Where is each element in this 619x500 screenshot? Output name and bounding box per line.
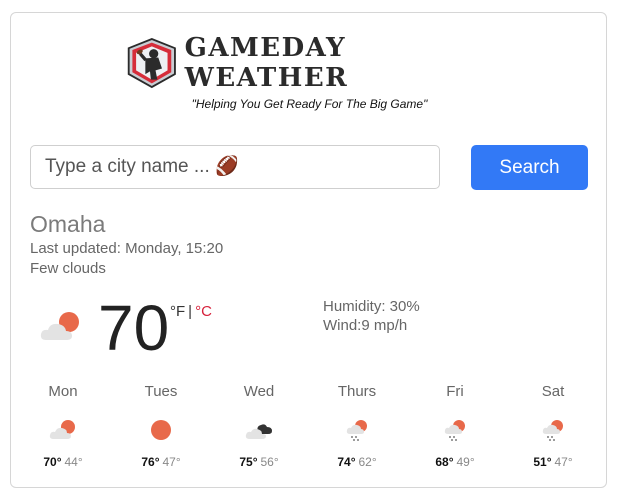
forecast: Mon 70° 44° Tues 76° 47° Wed 75° 56° Thurs	[14, 383, 602, 473]
forecast-temps: 74° 62°	[308, 455, 406, 469]
forecast-day-name: Thurs	[337, 383, 377, 400]
humidity: Humidity: 30%	[323, 298, 420, 315]
forecast-low: 44°	[64, 455, 83, 469]
forecast-temps: 75° 56°	[210, 455, 308, 469]
forecast-high: 75°	[239, 455, 258, 469]
few-clouds-icon	[49, 420, 75, 439]
celsius-link[interactable]: °C	[195, 303, 212, 320]
few-clouds-icon	[40, 312, 79, 340]
forecast-high: 51°	[533, 455, 552, 469]
forecast-high: 74°	[337, 455, 356, 469]
unit-toggle: °F | °C	[170, 303, 212, 320]
forecast-day-name: Wed	[243, 383, 275, 400]
forecast-temps: 51° 47°	[504, 455, 602, 469]
app-logo: GAMEDAY WEATHER	[125, 33, 495, 93]
forecast-temps: 68° 49°	[406, 455, 504, 469]
tagline: "Helping You Get Ready For The Big Game"	[191, 97, 428, 111]
rain-sun-icon	[542, 420, 563, 441]
search-button[interactable]: Search	[471, 145, 588, 190]
last-updated: Last updated: Monday, 15:20	[30, 240, 224, 257]
forecast-temps: 70° 44°	[14, 455, 112, 469]
city-search-input[interactable]	[30, 145, 440, 189]
forecast-low: 62°	[358, 455, 377, 469]
forecast-low: 47°	[162, 455, 181, 469]
wind: Wind:9 mp/h	[323, 317, 408, 334]
rain-sun-icon	[346, 420, 367, 441]
broken-clouds-icon	[245, 424, 272, 439]
unit-separator: |	[188, 303, 193, 320]
forecast-day-name: Tues	[144, 383, 178, 400]
forecast-day: Tues 76° 47°	[112, 383, 210, 469]
forecast-high: 68°	[435, 455, 454, 469]
city-name: Omaha	[30, 211, 106, 237]
fahrenheit-unit[interactable]: °F	[170, 303, 185, 320]
forecast-day-name: Sat	[541, 383, 565, 400]
forecast-day-name: Fri	[446, 383, 464, 400]
forecast-day: Wed 75° 56°	[210, 383, 308, 469]
forecast-day: Fri 68° 49°	[406, 383, 504, 469]
forecast-temps: 76° 47°	[112, 455, 210, 469]
weather-description: Few clouds	[30, 260, 106, 277]
forecast-day: Mon 70° 44°	[14, 383, 112, 469]
current-temperature: 70	[98, 292, 170, 364]
forecast-low: 56°	[260, 455, 279, 469]
forecast-day: Thurs 74° 62°	[308, 383, 406, 469]
forecast-high: 70°	[43, 455, 62, 469]
sun-icon	[151, 420, 171, 440]
forecast-high: 76°	[141, 455, 160, 469]
forecast-low: 47°	[554, 455, 573, 469]
forecast-day-name: Mon	[48, 383, 78, 400]
football-player-logo-icon	[127, 37, 176, 89]
forecast-day: Sat 51° 47°	[504, 383, 602, 469]
rain-sun-icon	[444, 420, 465, 441]
app-title: GAMEDAY WEATHER	[184, 33, 349, 93]
forecast-low: 49°	[456, 455, 475, 469]
